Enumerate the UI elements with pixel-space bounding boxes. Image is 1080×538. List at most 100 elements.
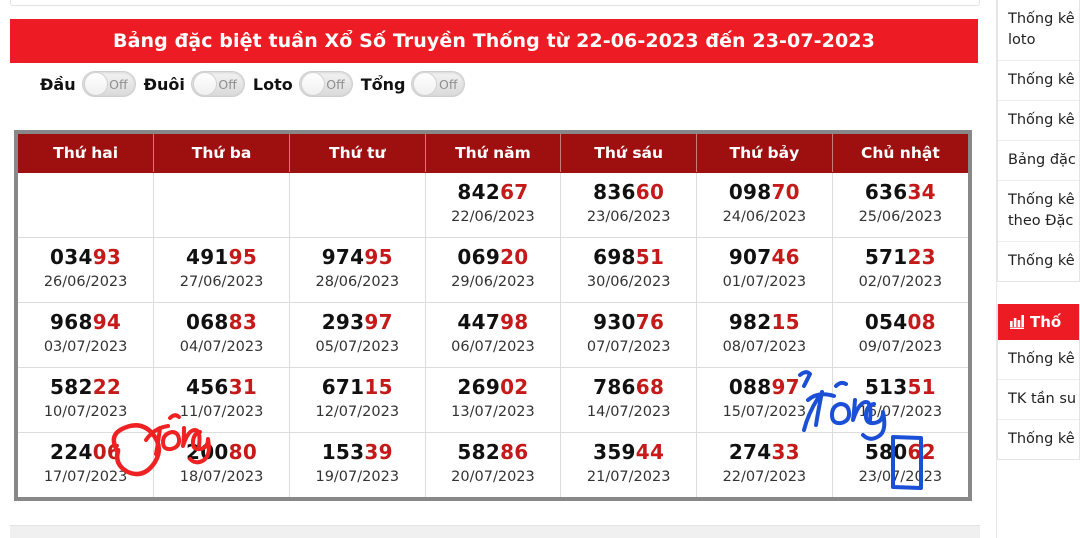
result-number-tail: 94 [92, 310, 122, 335]
sidebar-item-1[interactable]: Thống kê [998, 61, 1079, 102]
result-cell[interactable] [289, 172, 426, 238]
result-cell[interactable]: 69851 30/06/2023 [560, 237, 698, 303]
top-card-edge [10, 0, 980, 6]
result-cell[interactable]: 29397 05/07/2023 [289, 302, 426, 368]
result-cell[interactable]: 93076 07/07/2023 [560, 302, 698, 368]
table-row: 84267 22/06/2023 83660 23/06/2023 09870 24/06… [18, 172, 968, 238]
filter-tong-toggle[interactable]: Off [411, 71, 466, 97]
result-number-tail: 60 [635, 180, 665, 205]
result-number-tail: 83 [228, 310, 258, 335]
filter-duoi-toggle[interactable]: Off [190, 71, 245, 97]
sidebar-stats-item-0[interactable]: Thống kê [998, 340, 1079, 381]
result-number-tail: 68 [635, 375, 665, 400]
sidebar-item-4[interactable]: Thống kê theo Đặc [998, 181, 1079, 243]
result-cell[interactable]: 45631 11/07/2023 [153, 367, 290, 433]
result-cell[interactable]: 98215 08/07/2023 [696, 302, 833, 368]
result-date: 14/07/2023 [586, 404, 671, 421]
filter-loto-toggle[interactable]: Off [298, 71, 353, 97]
result-cell[interactable]: 51351 16/07/2023 [832, 367, 968, 433]
result-cell[interactable]: 49195 27/06/2023 [153, 237, 290, 303]
result-number: 51351 [833, 375, 968, 400]
result-number-head: 293 [321, 310, 365, 335]
result-cell[interactable] [18, 172, 155, 238]
result-cell[interactable]: 06920 29/06/2023 [425, 237, 562, 303]
result-date: 20/07/2023 [451, 469, 535, 486]
result-cell[interactable]: 03493 26/06/2023 [18, 237, 155, 303]
sidebar-item-5[interactable]: Thống kê [998, 242, 1079, 281]
result-number: 84267 [426, 180, 561, 205]
result-number: 83660 [561, 180, 696, 205]
result-number-tail: 20 [500, 245, 529, 270]
result-number: 67115 [290, 375, 425, 400]
result-number-head: 786 [593, 375, 636, 400]
result-number-tail: 95 [228, 245, 258, 270]
result-date: 03/07/2023 [43, 339, 128, 356]
result-cell[interactable]: 08897 15/07/2023 [696, 367, 833, 433]
result-cell[interactable]: 22406 17/07/2023 [18, 432, 155, 497]
result-number-head: 269 [457, 375, 501, 400]
result-cell[interactable]: 97495 28/06/2023 [289, 237, 426, 303]
result-cell[interactable]: 05408 09/07/2023 [832, 302, 968, 368]
result-number-tail: 51 [635, 245, 665, 270]
result-number-head: 907 [728, 245, 772, 270]
result-number: 58222 [18, 375, 153, 400]
result-number: 58062 [833, 440, 968, 465]
result-date: 23/07/2023 [858, 469, 943, 486]
sidebar-item-3[interactable]: Bảng đặc [998, 141, 1079, 182]
result-cell[interactable]: 90746 01/07/2023 [696, 237, 833, 303]
sidebar-item-2[interactable]: Thống kê [998, 101, 1079, 142]
filter-duoi-state: Off [218, 76, 237, 92]
table-column-header-4: Thứ sáu [560, 134, 698, 173]
bottom-strip [10, 525, 980, 538]
result-cell[interactable]: 78668 14/07/2023 [560, 367, 698, 433]
result-cell[interactable]: 58062 23/07/2023 [832, 432, 968, 497]
result-date: 25/06/2023 [858, 209, 943, 226]
result-number: 27433 [697, 440, 832, 465]
result-cell[interactable]: 84267 22/06/2023 [425, 172, 562, 238]
result-number-head: 491 [186, 245, 229, 270]
result-number: 05408 [833, 310, 968, 335]
result-number-head: 671 [321, 375, 365, 400]
result-cell[interactable]: 26902 13/07/2023 [425, 367, 562, 433]
result-cell[interactable]: 96894 03/07/2023 [18, 302, 155, 368]
result-date: 01/07/2023 [722, 274, 807, 291]
sidebar-stats-item-1[interactable]: TK tần su [998, 380, 1079, 421]
result-cell[interactable]: 15339 19/07/2023 [289, 432, 426, 497]
result-cell[interactable]: 58222 10/07/2023 [18, 367, 155, 433]
result-cell[interactable]: 35944 21/07/2023 [560, 432, 698, 497]
result-cell[interactable]: 57123 02/07/2023 [832, 237, 968, 303]
result-cell[interactable]: 06883 04/07/2023 [153, 302, 290, 368]
result-number: 03493 [18, 245, 153, 270]
sidebar-stats-item-2[interactable]: Thống kê [998, 420, 1079, 459]
result-cell[interactable]: 27433 22/07/2023 [696, 432, 833, 497]
result-cell[interactable]: 20080 18/07/2023 [153, 432, 290, 497]
result-cell[interactable] [153, 172, 290, 238]
filter-tong-state: Off [439, 76, 458, 92]
result-date: 09/07/2023 [858, 339, 943, 356]
result-cell[interactable]: 67115 12/07/2023 [289, 367, 426, 433]
result-number-tail: 33 [771, 440, 800, 465]
result-cell[interactable]: 63634 25/06/2023 [832, 172, 968, 238]
filter-dau-toggle[interactable]: Off [81, 71, 136, 97]
table-row: 22406 17/07/2023 20080 18/07/2023 15339 19/07… [18, 432, 968, 497]
result-number: 45631 [154, 375, 289, 400]
filter-toggle-row: Đầu Off Đuôi Off Loto Off Tổng Off [40, 67, 473, 101]
result-number-tail: 95 [364, 245, 393, 270]
result-number: 90746 [697, 245, 832, 270]
sidebar-item-0[interactable]: Thống kê loto [998, 0, 1079, 62]
filter-duoi: Đuôi Off [144, 71, 245, 97]
result-cell[interactable]: 58286 20/07/2023 [425, 432, 562, 497]
result-date: 02/07/2023 [858, 274, 943, 291]
result-number-head: 571 [864, 245, 908, 270]
result-number-tail: 06 [92, 440, 122, 465]
result-number-head: 974 [321, 245, 365, 270]
result-cell[interactable]: 09870 24/06/2023 [696, 172, 833, 238]
result-number-tail: 97 [364, 310, 393, 335]
result-date: 27/06/2023 [179, 274, 264, 291]
result-cell[interactable]: 44798 06/07/2023 [425, 302, 562, 368]
result-number-tail: 67 [500, 180, 529, 205]
result-number-tail: 34 [907, 180, 936, 205]
result-number-head: 224 [50, 440, 93, 465]
result-cell[interactable]: 83660 23/06/2023 [560, 172, 698, 238]
result-number-head: 088 [728, 375, 772, 400]
